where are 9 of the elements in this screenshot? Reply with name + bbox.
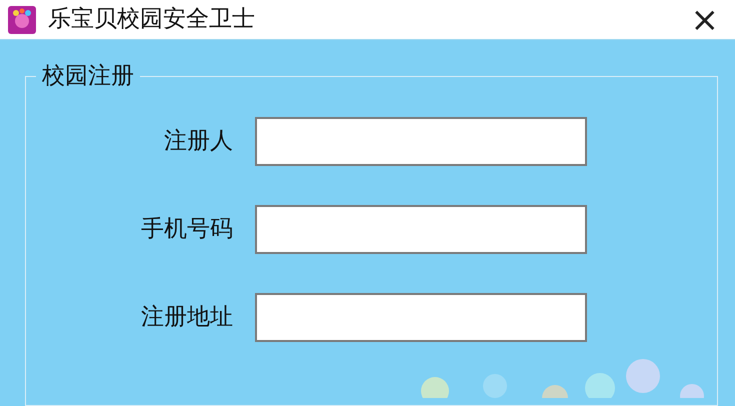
field-label: 手机号码 [140, 215, 233, 244]
input-field[interactable] [255, 117, 587, 166]
app-logo-icon [8, 6, 36, 34]
input-field[interactable] [255, 293, 587, 342]
close-button[interactable]: × [682, 2, 727, 36]
field-label: 注册地址 [140, 303, 233, 332]
input-field[interactable] [255, 205, 587, 254]
window-title: 乐宝贝校园安全卫士 [48, 5, 255, 34]
field-label: 注册人 [163, 127, 233, 156]
